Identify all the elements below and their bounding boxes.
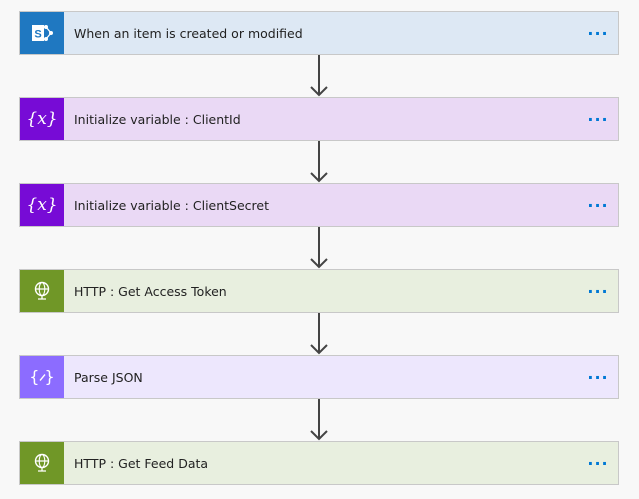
more-options-button[interactable]: ··· (578, 24, 618, 43)
step-title: Initialize variable : ClientSecret (74, 197, 270, 213)
variable-icon: {x} (20, 184, 64, 226)
connector-arrow-icon (309, 55, 329, 97)
flow-step-card[interactable]: { } Parse JSON ··· (19, 355, 619, 399)
parse-json-icon: { } (20, 356, 64, 398)
variable-icon: {x} (20, 98, 64, 140)
svg-text:{x}: {x} (27, 195, 57, 215)
http-globe-icon (20, 442, 64, 484)
step-title: HTTP : Get Access Token (74, 283, 227, 299)
flow-step-card[interactable]: S When an item is created or modified ··· (19, 11, 619, 55)
connector-arrow-icon (309, 227, 329, 269)
step-title: Parse JSON (74, 369, 143, 385)
connector-arrow-icon (309, 399, 329, 441)
connector-arrow-icon (309, 141, 329, 183)
flow-step-card[interactable]: {x} Initialize variable : ClientSecret ··· (19, 183, 619, 227)
step-title: When an item is created or modified (74, 25, 303, 41)
svg-text:{ }: { } (30, 367, 54, 386)
step-title: HTTP : Get Feed Data (74, 455, 209, 471)
http-globe-icon (20, 270, 64, 312)
more-options-button[interactable]: ··· (578, 454, 618, 473)
step-title: Initialize variable : ClientId (74, 111, 241, 127)
more-options-button[interactable]: ··· (578, 368, 618, 387)
flow-step-card[interactable]: HTTP : Get Feed Data ··· (19, 441, 619, 485)
more-options-button[interactable]: ··· (578, 196, 618, 215)
connector-arrow-icon (309, 313, 329, 355)
svg-text:S: S (34, 29, 41, 41)
sharepoint-icon: S (20, 12, 64, 54)
more-options-button[interactable]: ··· (578, 282, 618, 301)
flow-step-card[interactable]: HTTP : Get Access Token ··· (19, 269, 619, 313)
flow-step-card[interactable]: {x} Initialize variable : ClientId ··· (19, 97, 619, 141)
more-options-button[interactable]: ··· (578, 110, 618, 129)
svg-text:{x}: {x} (27, 109, 57, 129)
